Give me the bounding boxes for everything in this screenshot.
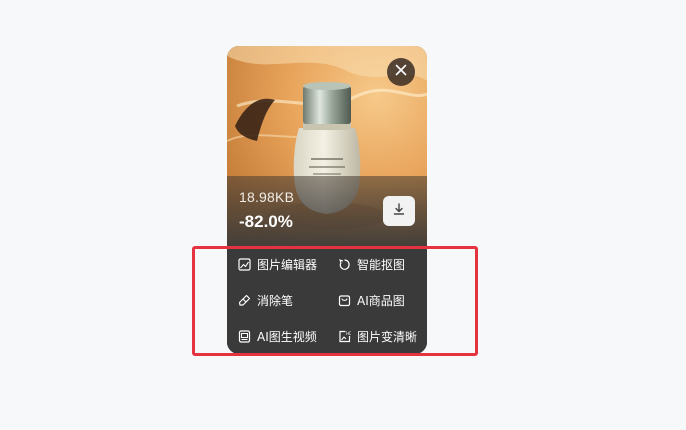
close-icon [395,63,407,81]
tool-label: 智能抠图 [357,257,406,272]
close-button[interactable] [387,58,415,86]
cutout-icon [337,257,351,271]
eraser-icon [237,293,251,307]
tool-image-editor[interactable]: 图片编辑器 [237,254,317,274]
tool-label: 图片变清晰 [357,329,418,344]
download-button[interactable] [383,196,415,226]
tool-label: 图片编辑器 [257,257,318,272]
tool-ai-image-to-video[interactable]: AI图生视频 [237,326,317,346]
tool-smart-cutout[interactable]: 智能抠图 [337,254,405,274]
tool-label: AI商品图 [357,293,405,308]
tool-label: 消除笔 [257,293,294,308]
svg-text:HD: HD [346,331,351,336]
image-result-card: 18.98KB -82.0% 图片编辑器 智能抠图 消除笔 AI商品图 AI图生… [227,46,427,354]
image-edit-icon [237,257,251,271]
hd-image-icon: HD [337,329,351,343]
tool-ai-product-image[interactable]: AI商品图 [337,290,405,310]
product-bag-icon [337,293,351,307]
image-to-video-icon [237,329,251,343]
compression-ratio: -82.0% [239,212,293,231]
download-icon [392,202,406,221]
tool-menu: 图片编辑器 智能抠图 消除笔 AI商品图 AI图生视频 HD 图片变清晰 [227,246,427,354]
tool-image-enhance[interactable]: HD 图片变清晰 [337,326,417,346]
file-size: 18.98KB [239,189,295,205]
tool-eraser[interactable]: 消除笔 [237,290,293,310]
tool-label: AI图生视频 [257,329,317,344]
